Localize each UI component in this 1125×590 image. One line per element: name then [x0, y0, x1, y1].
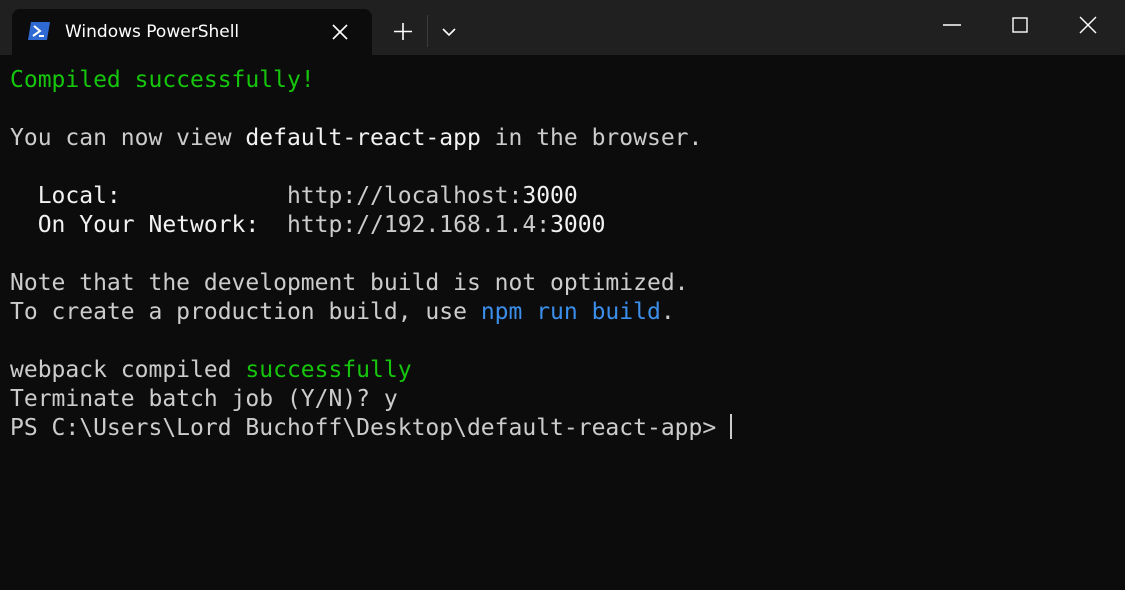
close-tab-button[interactable]: [327, 19, 353, 45]
terminal-output[interactable]: Compiled successfully! You can now view …: [10, 66, 1120, 586]
close-icon: [332, 24, 348, 40]
local-line: Local: http://localhost:3000: [10, 182, 1120, 211]
local-port: 3000: [522, 183, 578, 209]
network-line: On Your Network: http://192.168.1.4:3000: [10, 211, 1120, 240]
webpack-status: successfully: [245, 357, 412, 383]
create-suffix: .: [660, 299, 675, 325]
network-label: On Your Network:: [10, 212, 287, 238]
titlebar-divider: [427, 15, 428, 47]
view-prefix: You can now view: [10, 125, 246, 151]
create-build-line: To create a production build, use npm ru…: [10, 298, 1120, 327]
compiled-message: Compiled successfully!: [10, 67, 315, 93]
powershell-icon: [27, 21, 51, 41]
chevron-down-icon: [442, 28, 456, 37]
close-icon: [1079, 16, 1097, 34]
maximize-button[interactable]: [986, 0, 1054, 50]
npm-command: npm run build: [480, 299, 661, 325]
terminate-line: Terminate batch job (Y/N)? y: [10, 386, 398, 412]
app-name: default-react-app: [245, 125, 481, 151]
close-window-button[interactable]: [1054, 0, 1122, 50]
local-url: http://localhost:: [286, 183, 523, 209]
minimize-icon: [943, 24, 961, 26]
plus-icon: [394, 23, 412, 40]
note-line: Note that the development build is not o…: [10, 270, 689, 296]
view-suffix: in the browser.: [480, 125, 703, 151]
maximize-icon: [1012, 17, 1028, 33]
view-message: You can now view default-react-app in th…: [10, 124, 1120, 153]
local-label: Local:: [10, 183, 287, 209]
tab-title: Windows PowerShell: [65, 22, 240, 42]
create-prefix: To create a production build, use: [10, 299, 481, 325]
prompt-line[interactable]: PS C:\Users\Lord Buchoff\Desktop\default…: [10, 414, 1120, 443]
minimize-button[interactable]: [918, 0, 986, 50]
text-cursor: [730, 414, 733, 439]
tab-powershell[interactable]: Windows PowerShell: [12, 9, 372, 55]
network-port: 3000: [550, 212, 606, 238]
title-bar: Windows PowerShell: [0, 0, 1125, 55]
webpack-prefix: webpack compiled: [10, 357, 246, 383]
network-url: http://192.168.1.4:: [286, 212, 551, 238]
new-tab-button[interactable]: [386, 15, 420, 49]
tab-dropdown-button[interactable]: [435, 15, 463, 49]
shell-prompt: PS C:\Users\Lord Buchoff\Desktop\default…: [10, 415, 731, 441]
terminal-window: Windows PowerShell Compiled successfully…: [0, 0, 1125, 590]
webpack-line: webpack compiled successfully: [10, 356, 1120, 385]
